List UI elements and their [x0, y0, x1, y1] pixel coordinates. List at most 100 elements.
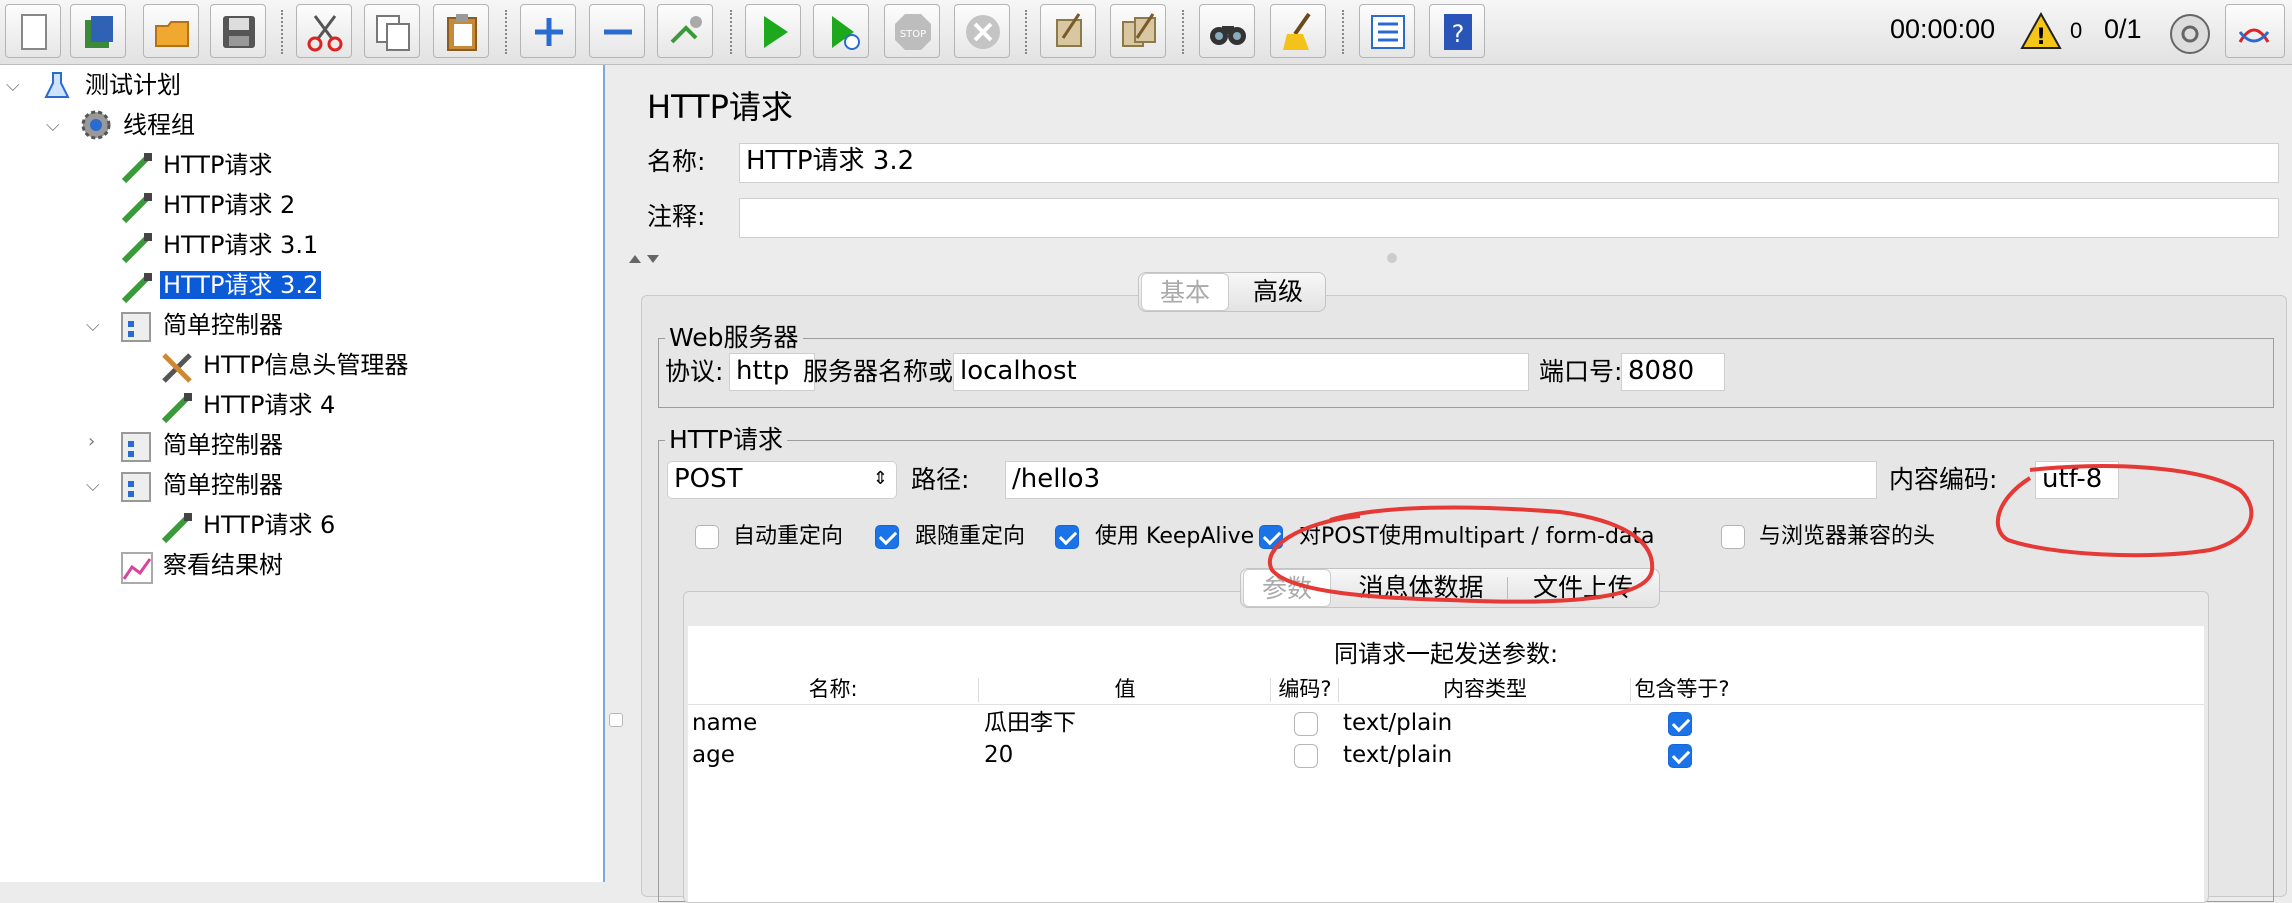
- encode-checkbox[interactable]: [1294, 712, 1318, 736]
- tree-node-simple-controller[interactable]: 简单控制器: [160, 467, 286, 503]
- multipart-checkbox[interactable]: [1259, 525, 1283, 549]
- tree-node-label: 测试计划: [85, 71, 181, 99]
- auto-redirect-checkbox[interactable]: [695, 525, 719, 549]
- tree-node-label: 线程组: [123, 111, 195, 139]
- tree-node-simple-controller[interactable]: 简单控制器: [160, 427, 286, 463]
- tab-parameters[interactable]: 参数: [1243, 569, 1331, 607]
- method-select[interactable]: POST ⇕: [667, 461, 897, 499]
- log-viewer-button[interactable]: [2225, 4, 2285, 58]
- tree-node-label: 简单控制器: [163, 471, 283, 499]
- http-request-group: HTTP请求 POST ⇕ 路径: /hello3 内容编码: utf-8 自动…: [658, 425, 2274, 903]
- tree-node-http-request[interactable]: HTTP请求: [160, 147, 275, 183]
- search-icon: [1210, 26, 1246, 45]
- tree-node-http-request-6[interactable]: HTTP请求 6: [200, 507, 338, 543]
- browser-headers-checkbox[interactable]: [1721, 525, 1745, 549]
- select-updown-icon: ⇕: [872, 468, 888, 489]
- param-value-cell[interactable]: 20: [984, 740, 1013, 770]
- include-equals-checkbox[interactable]: [1668, 712, 1692, 736]
- tree-node-label: HTTP请求 6: [203, 511, 336, 539]
- clear-all-button[interactable]: [1110, 4, 1166, 58]
- tree-node-http-request-2[interactable]: HTTP请求 2: [160, 187, 298, 223]
- content-type-cell[interactable]: text/plain: [1343, 708, 1452, 738]
- paste-button[interactable]: [433, 4, 489, 58]
- cut-button[interactable]: [296, 4, 352, 58]
- column-header-value[interactable]: 值: [980, 676, 1270, 702]
- toggle-button[interactable]: [657, 4, 713, 58]
- clear-button[interactable]: [1040, 4, 1096, 58]
- copy-button[interactable]: [364, 4, 420, 58]
- port-field[interactable]: 8080: [1621, 353, 1725, 391]
- open-button[interactable]: [143, 4, 199, 58]
- collapse-arrow-icon[interactable]: ⌵: [86, 315, 100, 336]
- start-icon: [764, 16, 788, 48]
- tree-node-label: 简单控制器: [163, 311, 283, 339]
- encoding-field[interactable]: utf-8: [2035, 461, 2119, 499]
- param-name-cell[interactable]: age: [692, 740, 735, 770]
- stop-button[interactable]: STOP: [884, 4, 940, 58]
- table-row[interactable]: age 20 text/plain: [688, 740, 2204, 772]
- expand-all-button[interactable]: [520, 4, 576, 58]
- include-equals-checkbox[interactable]: [1668, 744, 1692, 768]
- table-row[interactable]: name 瓜田李下 text/plain: [688, 708, 2204, 740]
- column-header-content-type[interactable]: 内容类型: [1340, 676, 1630, 702]
- path-field[interactable]: /hello3: [1005, 461, 1877, 499]
- reset-search-button[interactable]: [1270, 4, 1326, 58]
- collapse-arrow-icon[interactable]: ⌵: [6, 75, 20, 96]
- start-no-pause-icon: [832, 16, 860, 50]
- splitter-knob[interactable]: [609, 713, 623, 727]
- keepalive-checkbox[interactable]: [1055, 525, 1079, 549]
- name-field[interactable]: HTTP请求 3.2: [739, 143, 2279, 183]
- tree-node-header-manager[interactable]: HTTP信息头管理器: [200, 347, 411, 383]
- tree-node-test-plan[interactable]: 测试计划: [82, 67, 184, 103]
- save-button[interactable]: [210, 4, 266, 58]
- tree-node-label: 简单控制器: [163, 431, 283, 459]
- search-button[interactable]: [1199, 4, 1255, 58]
- port-label: 端口号:: [1539, 357, 1623, 386]
- wrench-icon: [162, 353, 192, 383]
- sampler-panel: 基本 高级 Web服务器 协议: http 服务器名称或IP: localhos…: [641, 272, 2287, 903]
- function-helper-icon: [1371, 15, 1405, 49]
- tree-node-http-request-3-1[interactable]: HTTP请求 3.1: [160, 227, 321, 263]
- collapse-all-button[interactable]: [589, 4, 645, 58]
- tree-node-results-tree[interactable]: 察看结果树: [160, 547, 286, 583]
- column-header-name[interactable]: 名称:: [688, 676, 978, 702]
- column-header-include-equals[interactable]: 包含等于?: [1632, 676, 1732, 702]
- collapse-arrow-icon[interactable]: ⌵: [86, 475, 100, 496]
- copy-icon: [376, 15, 410, 51]
- shutdown-button[interactable]: [954, 4, 1010, 58]
- warning-icon[interactable]: !: [2020, 12, 2062, 50]
- name-label: 名称:: [647, 147, 706, 176]
- tree-node-simple-controller[interactable]: 简单控制器: [160, 307, 286, 343]
- new-button[interactable]: [5, 4, 61, 58]
- params-caption: 同请求一起发送参数:: [1333, 640, 1559, 668]
- tree-node-http-request-3-2[interactable]: HTTP请求 3.2: [160, 267, 322, 303]
- tree-node-http-request-4[interactable]: HTTP请求 4: [200, 387, 338, 423]
- param-name-cell[interactable]: name: [692, 708, 757, 738]
- tree-node-thread-group[interactable]: 线程组: [120, 107, 198, 143]
- splitter-handle[interactable]: [1387, 253, 1397, 263]
- test-plan-icon: [44, 72, 70, 98]
- tab-advanced[interactable]: 高级: [1233, 273, 1323, 311]
- function-helper-button[interactable]: [1359, 4, 1415, 58]
- templates-button[interactable]: [70, 4, 126, 58]
- param-value-cell[interactable]: 瓜田李下: [984, 708, 1076, 738]
- shutdown-icon: [966, 15, 1000, 49]
- splitter-arrows-icon[interactable]: [627, 251, 661, 265]
- collapse-arrow-icon[interactable]: ⌵: [46, 115, 60, 136]
- comment-field[interactable]: [739, 198, 2279, 238]
- thread-count: 0/1: [2104, 14, 2142, 44]
- server-field[interactable]: localhost: [953, 353, 1529, 391]
- column-header-encode[interactable]: 编码?: [1272, 676, 1338, 702]
- expand-arrow-icon[interactable]: ›: [88, 431, 95, 452]
- tab-body-data[interactable]: 消息体数据: [1341, 569, 1501, 607]
- start-no-pause-button[interactable]: [813, 4, 869, 58]
- content-type-cell[interactable]: text/plain: [1343, 740, 1452, 770]
- tab-basic[interactable]: 基本: [1141, 273, 1229, 311]
- help-button[interactable]: ?: [1429, 4, 1485, 58]
- path-label: 路径:: [911, 465, 970, 494]
- encode-checkbox[interactable]: [1294, 744, 1318, 768]
- auto-redirect-label: 自动重定向: [733, 524, 844, 549]
- follow-redirect-checkbox[interactable]: [875, 525, 899, 549]
- tab-file-upload[interactable]: 文件上传: [1513, 569, 1653, 607]
- start-button[interactable]: [745, 4, 801, 58]
